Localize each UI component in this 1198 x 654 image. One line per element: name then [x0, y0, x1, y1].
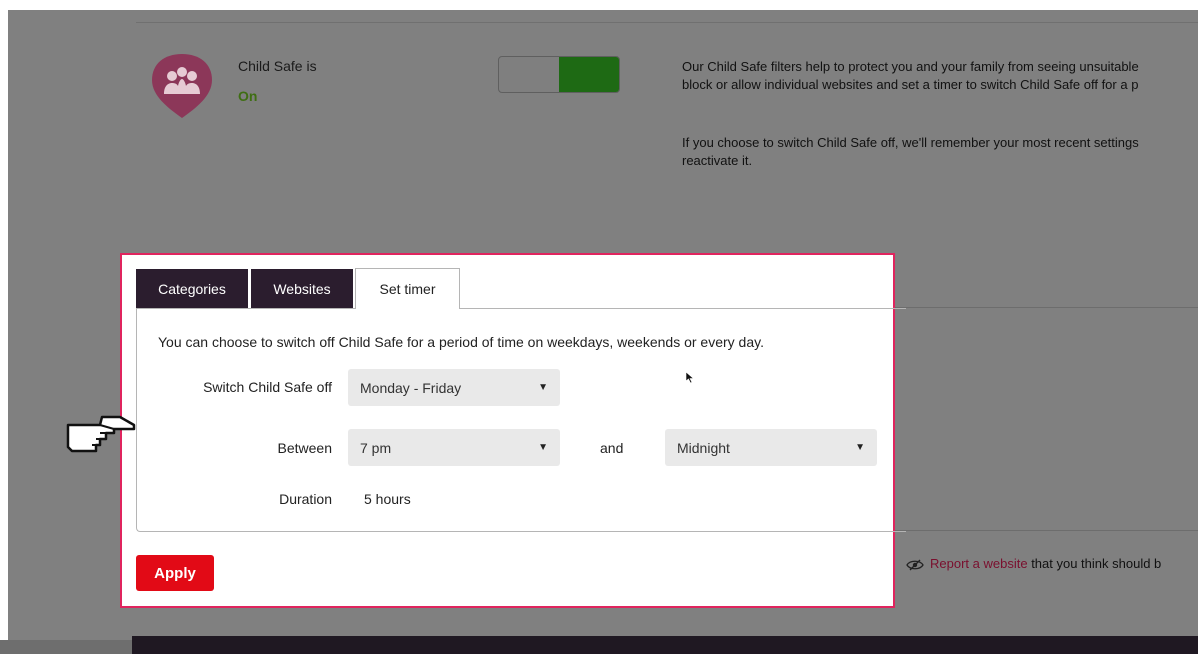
- child-safe-status-value: On: [238, 88, 258, 104]
- duration-label: Duration: [279, 491, 332, 507]
- end-time-select[interactable]: Midnight ▼: [665, 429, 877, 466]
- footer-bar: [132, 636, 1198, 654]
- caret-down-icon: ▼: [538, 442, 548, 453]
- child-safe-toggle[interactable]: [498, 56, 620, 93]
- left-edge: [0, 10, 8, 654]
- toggle-on-indicator: [559, 57, 619, 92]
- days-select[interactable]: Monday - Friday ▼: [348, 369, 560, 406]
- between-label: Between: [277, 440, 332, 456]
- description-paragraph-2: If you choose to switch Child Safe off, …: [682, 134, 1198, 170]
- report-website-link[interactable]: Report a website: [930, 556, 1028, 571]
- tab-categories[interactable]: Categories: [136, 269, 248, 308]
- and-label: and: [600, 440, 624, 456]
- description-line: reactivate it.: [682, 153, 753, 168]
- tab-websites[interactable]: Websites: [251, 269, 353, 308]
- caret-down-icon: ▼: [855, 442, 865, 453]
- child-safe-settings-panel: Categories Websites Set timer You can ch…: [120, 253, 906, 608]
- divider: [136, 22, 1198, 23]
- report-website-row: Report a website that you think should b: [906, 556, 1161, 571]
- description-paragraph-1: Our Child Safe filters help to protect y…: [682, 58, 1198, 94]
- child-safe-status-label: Child Safe is: [238, 58, 317, 74]
- eye-slash-icon: [906, 559, 924, 571]
- report-website-text: that you think should b: [1031, 556, 1162, 571]
- switch-off-label: Switch Child Safe off: [203, 379, 332, 395]
- divider: [893, 307, 1198, 308]
- end-time-value: Midnight: [677, 439, 730, 456]
- start-time-select[interactable]: 7 pm ▼: [348, 429, 560, 466]
- description-line: block or allow individual websites and s…: [682, 77, 1139, 92]
- start-time-value: 7 pm: [360, 439, 392, 456]
- top-edge: [0, 0, 1198, 10]
- timer-intro-text: You can choose to switch off Child Safe …: [158, 334, 764, 350]
- footer-left: [0, 640, 132, 654]
- apply-button[interactable]: Apply: [136, 555, 214, 591]
- days-select-value: Monday - Friday: [360, 379, 462, 396]
- tab-set-timer[interactable]: Set timer: [355, 268, 460, 309]
- divider: [893, 530, 1198, 531]
- description-line: Our Child Safe filters help to protect y…: [682, 59, 1139, 74]
- description-line: If you choose to switch Child Safe off, …: [682, 135, 1139, 150]
- caret-down-icon: ▼: [538, 382, 548, 393]
- duration-value: 5 hours: [364, 491, 411, 507]
- family-shield-icon: [152, 54, 212, 118]
- arrow-cursor-icon: [686, 372, 694, 383]
- pointing-hand-cursor-icon: [66, 415, 136, 453]
